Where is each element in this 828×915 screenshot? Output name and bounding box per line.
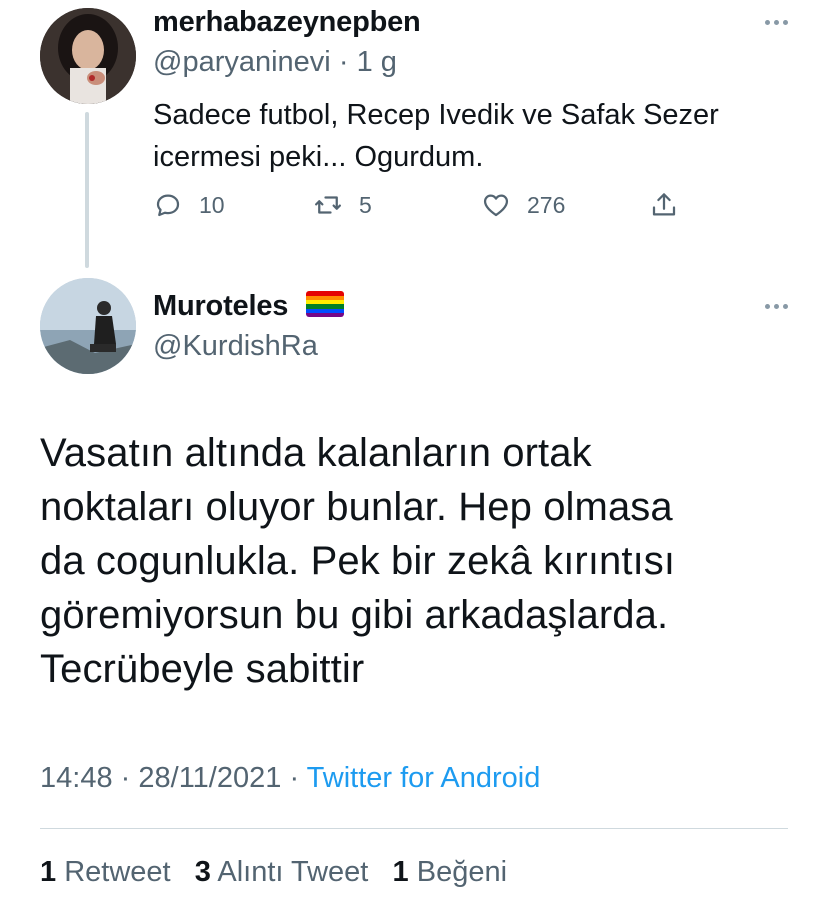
heart-icon bbox=[483, 194, 509, 217]
reply-text: Sadece futbol, Recep Ivedik ve Safak Sez… bbox=[153, 94, 793, 178]
like-button[interactable]: 276 bbox=[481, 190, 565, 220]
main-handle[interactable]: @KurdishRa bbox=[153, 330, 318, 363]
main-text-line: noktaları oluyor bunlar. Hep olmasa bbox=[40, 485, 673, 529]
reply-count: 10 bbox=[199, 191, 225, 218]
avatar-merhabazeynepben[interactable] bbox=[40, 8, 136, 104]
avatar-muroteles[interactable] bbox=[40, 278, 136, 374]
tweet-source-link[interactable]: Twitter for Android bbox=[307, 762, 541, 794]
likes-stat[interactable]: 1 Beğeni bbox=[393, 856, 508, 888]
share-button[interactable] bbox=[649, 190, 695, 220]
reply-text-line: icermesi peki... Ogurdum. bbox=[153, 141, 484, 173]
reply-button[interactable]: 10 bbox=[153, 190, 225, 220]
reply-display-name[interactable]: merhabazeynepben bbox=[153, 6, 421, 39]
main-tweet-text: Vasatın altında kalanların ortak noktala… bbox=[40, 426, 800, 696]
more-dots-icon bbox=[765, 20, 770, 25]
divider bbox=[40, 828, 788, 829]
more-dot bbox=[774, 20, 779, 25]
retweets-stat[interactable]: 1 Retweet bbox=[40, 856, 171, 888]
engagement-stats: 1 Retweet 3 Alıntı Tweet 1 Beğeni bbox=[40, 856, 507, 889]
likes-stat-count: 1 bbox=[392, 856, 409, 888]
main-more-button[interactable] bbox=[765, 304, 788, 309]
more-dots-icon bbox=[765, 304, 770, 309]
rainbow-flag-icon bbox=[306, 291, 345, 318]
reply-action-bar: 10 5 276 bbox=[153, 190, 693, 230]
tweet-date[interactable]: 28/11/2021 bbox=[138, 762, 281, 794]
thread-connector-line bbox=[85, 112, 89, 268]
quotes-stat-count: 3 bbox=[194, 856, 211, 888]
reply-text-line: Sadece futbol, Recep Ivedik ve Safak Sez… bbox=[153, 99, 719, 131]
retweets-stat-label: Retweet bbox=[64, 856, 171, 888]
reply-handle[interactable]: @paryaninevi bbox=[153, 46, 331, 78]
quotes-stat[interactable]: 3 Alıntı Tweet bbox=[195, 856, 369, 888]
separator-dot: · bbox=[338, 46, 349, 78]
reply-handle-line: @paryaninevi · 1 g bbox=[153, 46, 397, 79]
likes-stat-label: Beğeni bbox=[416, 856, 508, 888]
main-text-line: da cogunlukla. Pek bir zekâ kırıntısı bbox=[40, 539, 676, 583]
retweet-count: 5 bbox=[359, 191, 372, 218]
retweet-button[interactable]: 5 bbox=[313, 190, 372, 220]
more-dot bbox=[783, 20, 788, 25]
main-text-line: Tecrübeyle sabittir bbox=[40, 647, 365, 691]
tweet-metadata: 14:48 · 28/11/2021 · Twitter for Android bbox=[40, 762, 540, 795]
main-display-name-row: Muroteles bbox=[153, 290, 345, 323]
main-display-name[interactable]: Muroteles bbox=[153, 290, 288, 322]
share-upload-icon bbox=[652, 193, 676, 216]
quotes-stat-label: Alıntı Tweet bbox=[217, 856, 369, 888]
separator-dot: · bbox=[289, 762, 300, 794]
avatar-photo bbox=[40, 278, 136, 374]
reply-more-button[interactable] bbox=[765, 20, 788, 25]
tweet-time[interactable]: 14:48 bbox=[40, 762, 113, 794]
more-dot bbox=[774, 304, 779, 309]
retweets-stat-count: 1 bbox=[40, 856, 57, 888]
main-text-line: Vasatın altında kalanların ortak bbox=[40, 431, 592, 475]
main-text-line: göremiyorsun bu gibi arkadaşlarda. bbox=[40, 593, 669, 637]
reply-time[interactable]: 1 g bbox=[357, 46, 397, 78]
retweet-arrows-icon bbox=[315, 196, 341, 214]
reply-bubble-icon bbox=[156, 194, 180, 217]
more-dot bbox=[783, 304, 788, 309]
like-count: 276 bbox=[527, 191, 566, 218]
separator-dot: · bbox=[120, 762, 131, 794]
avatar-photo bbox=[40, 8, 136, 104]
